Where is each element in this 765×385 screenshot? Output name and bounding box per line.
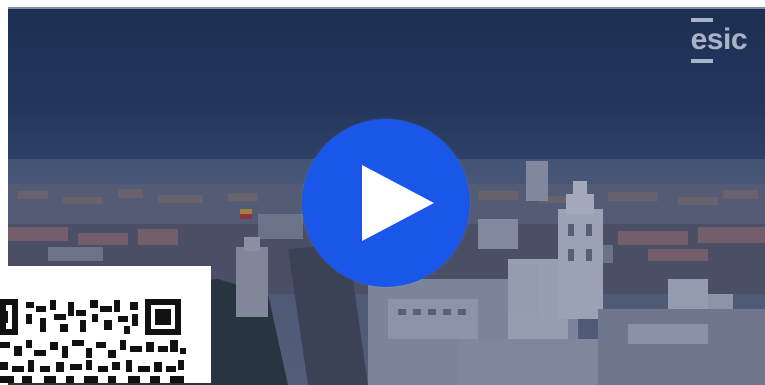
- logo-bar-bottom: [690, 59, 713, 63]
- qr-code: [0, 266, 211, 383]
- play-button[interactable]: [302, 119, 470, 287]
- logo-bar-top: [690, 18, 713, 22]
- qr-code-icon: [0, 266, 211, 383]
- brand-logo: esic: [690, 18, 748, 63]
- brand-logo-text: esic: [690, 23, 748, 56]
- play-icon: [362, 165, 434, 241]
